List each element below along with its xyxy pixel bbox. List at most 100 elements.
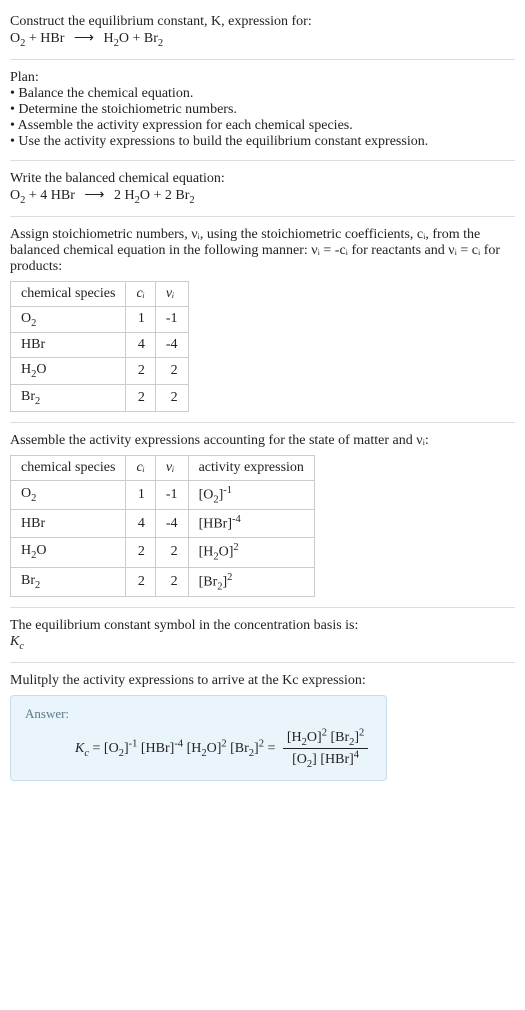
divider — [10, 59, 515, 60]
ci-label: cᵢ — [136, 460, 144, 475]
answer-box: Answer: Kc = [O2]-1 [HBr]-4 [H2O]2 [Br2]… — [10, 695, 387, 781]
h2o-h: H — [21, 362, 31, 377]
h2o-rest: O + Br — [119, 31, 158, 46]
plan-bullet-4: • Use the activity expressions to build … — [10, 134, 515, 150]
cell-species: H2O — [11, 358, 126, 385]
cell-nui: 2 — [155, 358, 188, 385]
answer-equation: Kc = [O2]-1 [HBr]-4 [H2O]2 [Br2]2 = [H2O… — [25, 728, 372, 770]
plan-title: Plan: — [10, 70, 515, 86]
num-br2-a: [Br — [330, 730, 349, 745]
o2-sub: 2 — [31, 317, 36, 328]
divider — [10, 216, 515, 217]
cell-ci: 2 — [126, 538, 155, 567]
col-ci: cᵢ — [126, 455, 155, 480]
cell-activity: [H2O]2 — [188, 538, 314, 567]
bal-hbr: + 4 HBr — [25, 188, 75, 203]
h2o-sub: 2 — [31, 550, 36, 561]
term-h2o: [H2O]2 — [187, 741, 227, 756]
fraction-numerator: [H2O]2 [Br2]2 — [283, 728, 368, 749]
cell-ci: 1 — [126, 480, 155, 509]
br2-sub: 2 — [35, 396, 40, 407]
final-section: Mulitply the activity expressions to arr… — [10, 667, 515, 787]
species-o2: O2 — [10, 31, 25, 46]
activity-text: Assemble the activity expressions accoun… — [10, 433, 515, 449]
col-species: chemical species — [11, 281, 126, 306]
table-header-row: chemical species cᵢ νᵢ activity expressi… — [11, 455, 315, 480]
stoich-section: Assign stoichiometric numbers, νᵢ, using… — [10, 221, 515, 418]
h2o-h: H — [103, 31, 113, 46]
balanced-equation: O2 + 4 HBr ⟶ 2 H2O + 2 Br2 — [10, 187, 515, 206]
act-h2o-exp: 2 — [233, 542, 238, 553]
act-o2-exp: -1 — [223, 485, 232, 496]
kc-symbol: Kc — [10, 634, 515, 652]
den-o2-b: ] — [312, 752, 317, 767]
cell-nui: 2 — [155, 538, 188, 567]
bal-br2-a: O + 2 Br — [140, 188, 190, 203]
term-o2-exp: -1 — [129, 738, 138, 749]
h2o-h: H — [21, 543, 31, 558]
table-row: O2 1 -1 — [11, 306, 189, 333]
br2-sub: 2 — [35, 580, 40, 591]
den-hbr-a: [HBr] — [320, 752, 353, 767]
table-header-row: chemical species cᵢ νᵢ — [11, 281, 189, 306]
balanced-section: Write the balanced chemical equation: O2… — [10, 165, 515, 212]
kc-sub: c — [19, 641, 24, 652]
plus-hbr: + HBr — [25, 31, 64, 46]
term-hbr-a: [HBr] — [141, 741, 174, 756]
fraction-denominator: [O2] [HBr]4 — [283, 749, 368, 769]
col-ci: cᵢ — [126, 281, 155, 306]
num-h2o-a: [H — [287, 730, 302, 745]
cell-species: O2 — [11, 306, 126, 333]
term-o2-a: [O — [104, 741, 119, 756]
cell-nui: -4 — [155, 333, 188, 358]
den-o2: [O2] — [292, 752, 317, 767]
act-hbr-exp: -4 — [232, 514, 241, 525]
act-o2-a: [O — [199, 488, 214, 503]
num-br2: [Br2]2 — [330, 730, 364, 745]
cell-nui: 2 — [155, 385, 188, 412]
act-hbr-a: [HBr] — [199, 517, 232, 532]
prompt-text: Construct the equilibrium constant, K, e… — [10, 14, 312, 29]
unbalanced-equation: O2 + HBr ⟶ H2O + Br2 — [10, 30, 515, 49]
kc-k: K — [10, 634, 19, 649]
reaction-arrow: ⟶ — [78, 188, 110, 203]
nui-label: νᵢ — [166, 460, 174, 475]
o2-base: O — [21, 486, 31, 501]
nui-label: νᵢ — [166, 286, 174, 301]
kc-lhs: Kc — [75, 741, 89, 756]
cell-species: Br2 — [11, 385, 126, 412]
plan-bullet-2: • Determine the stoichiometric numbers. — [10, 102, 515, 118]
table-row: HBr 4 -4 — [11, 333, 189, 358]
term-br2-a: [Br — [230, 741, 249, 756]
table-row: O2 1 -1 [O2]-1 — [11, 480, 315, 509]
o2-sub: 2 — [31, 493, 36, 504]
balanced-heading: Write the balanced chemical equation: — [10, 171, 515, 187]
stoich-table: chemical species cᵢ νᵢ O2 1 -1 HBr 4 -4 … — [10, 281, 189, 412]
species-h2o: H2O + Br2 — [103, 31, 163, 46]
cell-ci: 1 — [126, 306, 155, 333]
fraction: [H2O]2 [Br2]2 [O2] [HBr]4 — [279, 728, 372, 770]
ci-label: cᵢ — [136, 286, 144, 301]
plan-bullet-1: • Balance the chemical equation. — [10, 86, 515, 102]
o2-base: O — [10, 31, 20, 46]
bal-products: 2 H2O + 2 Br2 — [114, 188, 195, 203]
act-br2-a: [Br — [199, 574, 218, 589]
cell-species: HBr — [11, 510, 126, 538]
br2-base: Br — [21, 573, 35, 588]
cell-ci: 2 — [126, 358, 155, 385]
cell-nui: -4 — [155, 510, 188, 538]
term-h2o-b: O] — [207, 741, 222, 756]
bal-o2: O2 — [10, 188, 25, 203]
term-o2: [O2]-1 — [104, 741, 137, 756]
den-hbr: [HBr]4 — [320, 752, 359, 767]
num-h2o: [H2O]2 — [287, 730, 327, 745]
col-nui: νᵢ — [155, 455, 188, 480]
table-row: H2O 2 2 [H2O]2 — [11, 538, 315, 567]
activity-section: Assemble the activity expressions accoun… — [10, 427, 515, 603]
cell-ci: 4 — [126, 333, 155, 358]
bal-o2-base: O — [10, 188, 20, 203]
cell-species: HBr — [11, 333, 126, 358]
term-br2: [Br2]2 — [230, 741, 264, 756]
divider — [10, 160, 515, 161]
divider — [10, 662, 515, 663]
